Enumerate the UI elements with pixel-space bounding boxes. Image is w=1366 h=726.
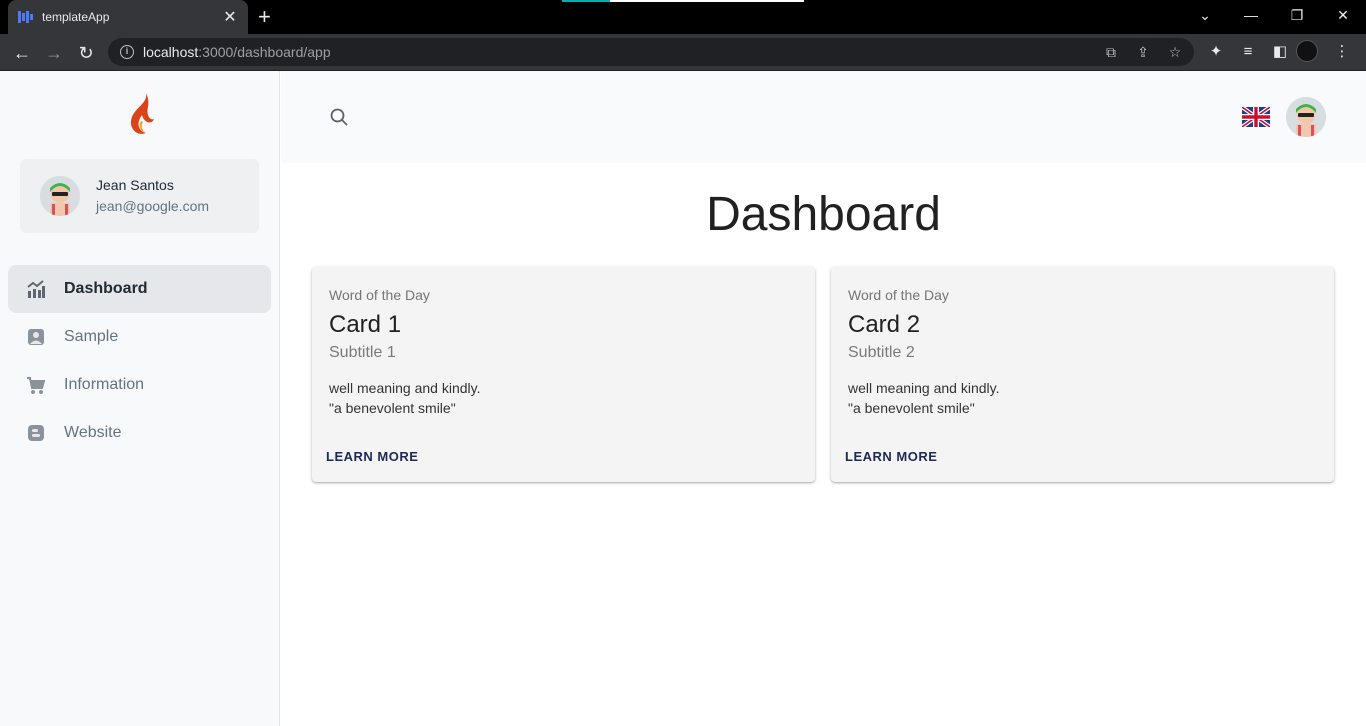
- sidebar-item-dashboard[interactable]: Dashboard: [8, 265, 271, 313]
- blog-icon: [26, 423, 46, 443]
- sidebar-item-label: Dashboard: [64, 280, 148, 297]
- chart-icon: [26, 279, 46, 299]
- app-root: Jean Santos jean@google.com Dashboard Sa…: [0, 71, 1366, 726]
- page-title: Dashboard: [706, 188, 941, 241]
- user-email: jean@google.com: [96, 198, 210, 214]
- browser-tab[interactable]: templateApp ✕: [8, 0, 248, 34]
- user-icon: [26, 327, 46, 347]
- card-overline: Word of the Day: [848, 287, 949, 303]
- card-body: well meaning and kindly. "a benevolent s…: [329, 378, 481, 418]
- card-body-line: well meaning and kindly.: [848, 380, 1000, 396]
- card-overline: Word of the Day: [329, 287, 430, 303]
- card-title: Card 1: [329, 311, 402, 338]
- avatar-illustration-icon: [40, 176, 80, 216]
- header-avatar[interactable]: [1286, 97, 1326, 137]
- browser-menu-icon[interactable]: ⋮: [1326, 42, 1358, 60]
- top-header: [281, 71, 1366, 163]
- tab-loading-indicator: [562, 0, 804, 2]
- card: Word of the Day Card 2 Subtitle 2 well m…: [831, 267, 1334, 482]
- close-tab-icon[interactable]: ✕: [222, 7, 238, 27]
- card-subtitle: Subtitle 2: [848, 344, 915, 361]
- back-icon[interactable]: ←: [10, 41, 34, 65]
- side-panel-icon[interactable]: ◧: [1264, 42, 1296, 60]
- browser-tabbar: templateApp ✕ + ⌄ — ❐ ✕: [0, 0, 1366, 34]
- card-body: well meaning and kindly. "a benevolent s…: [848, 378, 1000, 418]
- avatar: [40, 176, 80, 216]
- user-name: Jean Santos: [96, 177, 174, 193]
- card-body-line: "a benevolent smile": [848, 400, 975, 416]
- url-host: localhost: [143, 44, 199, 60]
- learn-more-button[interactable]: LEARN MORE: [845, 449, 937, 464]
- learn-more-button[interactable]: LEARN MORE: [326, 449, 418, 464]
- sidebar-item-label: Website: [64, 424, 122, 441]
- profile-avatar-icon[interactable]: [1296, 40, 1318, 62]
- address-bar[interactable]: i localhost:3000/dashboard/app ⧉ ⇪ ☆: [108, 38, 1194, 66]
- sidebar-item-sample[interactable]: Sample: [8, 313, 271, 361]
- translate-icon[interactable]: ⧉: [1102, 44, 1120, 61]
- sidebar-item-website[interactable]: Website: [8, 409, 271, 457]
- sidebar-item-information[interactable]: Information: [8, 361, 271, 409]
- card-body-line: well meaning and kindly.: [329, 380, 481, 396]
- minimize-icon[interactable]: —: [1228, 0, 1274, 30]
- sidebar: Jean Santos jean@google.com Dashboard Sa…: [0, 71, 280, 726]
- url-path: :3000/dashboard/app: [198, 44, 331, 60]
- card: Word of the Day Card 1 Subtitle 1 well m…: [312, 267, 815, 482]
- browser-toolbar: ← → ↻ i localhost:3000/dashboard/app ⧉ ⇪…: [0, 34, 1366, 71]
- share-icon[interactable]: ⇪: [1134, 44, 1152, 61]
- search-icon[interactable]: [329, 107, 349, 127]
- media-controls-icon[interactable]: ≡: [1232, 43, 1264, 60]
- site-info-icon[interactable]: i: [120, 45, 134, 59]
- new-tab-icon[interactable]: +: [258, 5, 271, 29]
- extensions-icon[interactable]: ✦: [1200, 42, 1232, 60]
- card-title: Card 2: [848, 311, 921, 338]
- card-body-line: "a benevolent smile": [329, 400, 456, 416]
- close-window-icon[interactable]: ✕: [1320, 0, 1366, 30]
- avatar-illustration-icon: [1286, 97, 1326, 137]
- sidebar-item-label: Information: [64, 376, 145, 393]
- uk-flag-icon[interactable]: [1242, 107, 1270, 127]
- card-subtitle: Subtitle 1: [329, 344, 396, 361]
- reload-icon[interactable]: ↻: [74, 41, 98, 65]
- flame-logo-icon[interactable]: [126, 93, 156, 137]
- restore-icon[interactable]: ❐: [1274, 0, 1320, 30]
- tab-search-icon[interactable]: ⌄: [1182, 0, 1228, 30]
- forward-icon[interactable]: →: [42, 41, 66, 65]
- account-card[interactable]: Jean Santos jean@google.com: [20, 159, 259, 233]
- cart-icon: [26, 375, 46, 395]
- sidebar-item-label: Sample: [64, 328, 119, 345]
- tab-title: templateApp: [42, 10, 110, 24]
- app-favicon-icon: [18, 9, 34, 25]
- bookmark-star-icon[interactable]: ☆: [1166, 44, 1184, 61]
